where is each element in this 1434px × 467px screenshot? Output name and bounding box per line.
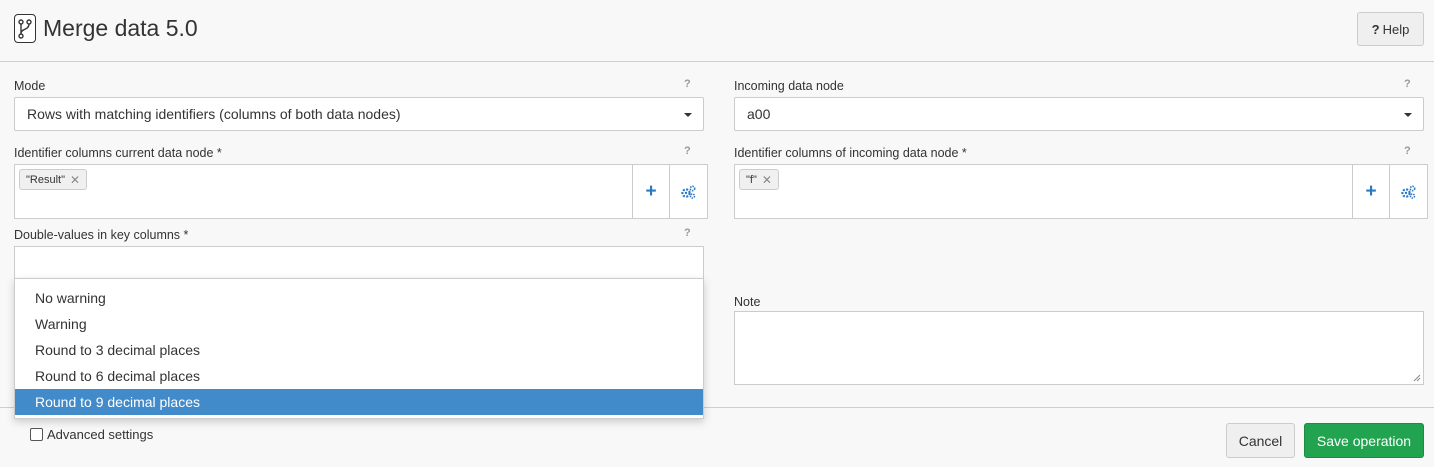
column-settings-button[interactable] [1389, 165, 1426, 218]
mode-value: Rows with matching identifiers (columns … [27, 106, 401, 122]
id-incoming-label: Identifier columns of incoming data node… [734, 146, 967, 160]
incoming-node-label: Incoming data node [734, 79, 844, 93]
id-incoming-help-icon[interactable]: ? [1404, 145, 1411, 157]
dialog-header: Merge data 5.0 ? Help [0, 0, 1434, 62]
tag-chip: "Result" ✕ [19, 169, 88, 190]
mode-help-icon[interactable]: ? [684, 78, 691, 90]
gears-icon [1401, 184, 1416, 199]
double-values-dropdown: No warning Warning Round to 3 decimal pl… [14, 278, 704, 419]
caret-down-icon [684, 113, 692, 117]
caret-down-icon [1404, 113, 1412, 117]
dropdown-option-warning[interactable]: Warning [15, 311, 703, 337]
help-button[interactable]: ? Help [1357, 12, 1424, 46]
add-column-button[interactable]: + [632, 165, 669, 218]
advanced-settings-toggle[interactable]: Advanced settings [30, 427, 153, 442]
cancel-button[interactable]: Cancel [1226, 423, 1295, 458]
incoming-node-help-icon[interactable]: ? [1404, 78, 1411, 90]
column-settings-button[interactable] [669, 165, 706, 218]
close-icon[interactable]: ✕ [70, 173, 80, 187]
dropdown-option-round-9[interactable]: Round to 9 decimal places [15, 389, 703, 415]
dropdown-option-round-6[interactable]: Round to 6 decimal places [15, 363, 703, 389]
id-current-tag-input[interactable]: "Result" ✕ + [14, 164, 708, 219]
double-values-label: Double-values in key columns * [14, 228, 189, 242]
plus-icon: + [645, 181, 657, 202]
plus-icon: + [1365, 181, 1377, 202]
tag-label: "Result" [26, 173, 65, 186]
double-values-select[interactable] [14, 246, 704, 280]
id-current-help-icon[interactable]: ? [684, 145, 691, 157]
incoming-node-value: a00 [747, 106, 771, 122]
note-label: Note [734, 295, 761, 309]
help-label: Help [1382, 21, 1410, 37]
tag-chip: "f" ✕ [739, 169, 779, 190]
close-icon[interactable]: ✕ [762, 173, 772, 187]
mode-select[interactable]: Rows with matching identifiers (columns … [14, 97, 704, 131]
incoming-node-select[interactable]: a00 [734, 97, 1424, 131]
mode-label: Mode [14, 79, 46, 93]
resize-handle-icon[interactable] [1413, 374, 1421, 382]
advanced-settings-checkbox[interactable] [30, 428, 43, 441]
id-current-label: Identifier columns current data node * [14, 146, 222, 160]
add-column-button[interactable]: + [1352, 165, 1389, 218]
note-textarea[interactable] [734, 311, 1424, 385]
dropdown-option-round-3[interactable]: Round to 3 decimal places [15, 337, 703, 363]
question-icon: ? [1371, 21, 1380, 37]
page-title: Merge data 5.0 [43, 15, 198, 41]
tag-label: "f" [746, 173, 757, 186]
save-operation-button[interactable]: Save operation [1304, 423, 1424, 458]
id-incoming-tag-input[interactable]: "f" ✕ + [734, 164, 1428, 219]
double-values-help-icon[interactable]: ? [684, 227, 691, 239]
gears-icon [681, 184, 696, 199]
merge-branch-icon [14, 14, 36, 43]
dropdown-option-no-warning[interactable]: No warning [15, 285, 703, 311]
advanced-settings-label: Advanced settings [47, 427, 154, 442]
